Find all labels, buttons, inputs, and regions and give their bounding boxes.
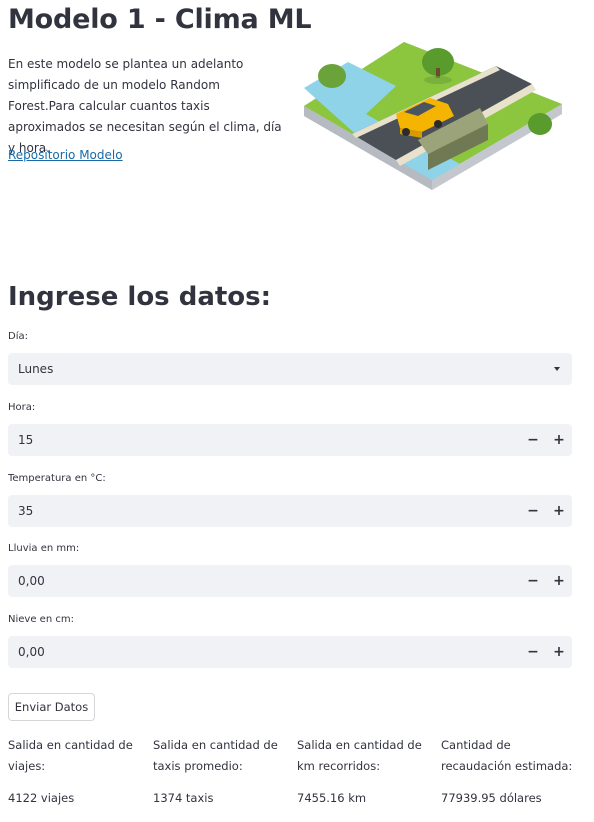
temperatura-increment-button[interactable]: + bbox=[550, 502, 568, 520]
lluvia-increment-button[interactable]: + bbox=[550, 572, 568, 590]
temperatura-label: Temperatura en °C: bbox=[8, 473, 106, 484]
temperatura-stepper[interactable]: 35 − + bbox=[8, 495, 572, 527]
temperatura-decrement-button[interactable]: − bbox=[524, 502, 542, 520]
result-taxis-label: Salida en cantidad de taxis promedio: bbox=[153, 738, 278, 773]
dia-select-value: Lunes bbox=[18, 362, 54, 376]
hora-value[interactable]: 15 bbox=[18, 433, 33, 447]
result-recaudacion-label: Cantidad de recaudación estimada: bbox=[441, 738, 573, 773]
hora-stepper[interactable]: 15 − + bbox=[8, 424, 572, 456]
result-viajes-value: 4122 viajes bbox=[8, 791, 75, 805]
hora-decrement-button[interactable]: − bbox=[524, 431, 542, 449]
result-recaudacion-value: 77939.95 dólares bbox=[441, 791, 542, 805]
result-km-label: Salida en cantidad de km recorridos: bbox=[297, 738, 422, 773]
nieve-value[interactable]: 0,00 bbox=[18, 645, 45, 659]
repository-link[interactable]: Repositorio Modelo bbox=[8, 148, 123, 162]
result-km-value: 7455.16 km bbox=[297, 791, 367, 805]
dia-label: Día: bbox=[8, 331, 28, 342]
result-viajes: Salida en cantidad de viajes: 4122 viaje… bbox=[8, 735, 146, 805]
result-km: Salida en cantidad de km recorridos: 745… bbox=[297, 735, 435, 805]
form-heading: Ingrese los datos: bbox=[8, 282, 272, 312]
nieve-decrement-button[interactable]: − bbox=[524, 643, 542, 661]
lluvia-label: Lluvia en mm: bbox=[8, 543, 80, 554]
chevron-down-icon[interactable] bbox=[554, 367, 560, 371]
intro-text: En este modelo se plantea un adelanto si… bbox=[8, 57, 282, 155]
page-title: Modelo 1 - Clima ML bbox=[8, 4, 312, 35]
lluvia-decrement-button[interactable]: − bbox=[524, 572, 542, 590]
temperatura-value[interactable]: 35 bbox=[18, 504, 33, 518]
result-taxis: Salida en cantidad de taxis promedio: 13… bbox=[153, 735, 291, 805]
enviar-datos-button[interactable]: Enviar Datos bbox=[8, 693, 95, 721]
nieve-increment-button[interactable]: + bbox=[550, 643, 568, 661]
dia-select[interactable]: Lunes bbox=[8, 353, 572, 385]
lluvia-stepper[interactable]: 0,00 − + bbox=[8, 565, 572, 597]
hora-label: Hora: bbox=[8, 402, 36, 413]
nieve-stepper[interactable]: 0,00 − + bbox=[8, 636, 572, 668]
result-viajes-label: Salida en cantidad de viajes: bbox=[8, 738, 133, 773]
result-taxis-value: 1374 taxis bbox=[153, 791, 214, 805]
lluvia-value[interactable]: 0,00 bbox=[18, 574, 45, 588]
result-recaudacion: Cantidad de recaudación estimada: 77939.… bbox=[441, 735, 579, 805]
hora-increment-button[interactable]: + bbox=[550, 431, 568, 449]
nieve-label: Nieve en cm: bbox=[8, 614, 74, 625]
taxi-on-bridge-illustration bbox=[304, 42, 562, 190]
